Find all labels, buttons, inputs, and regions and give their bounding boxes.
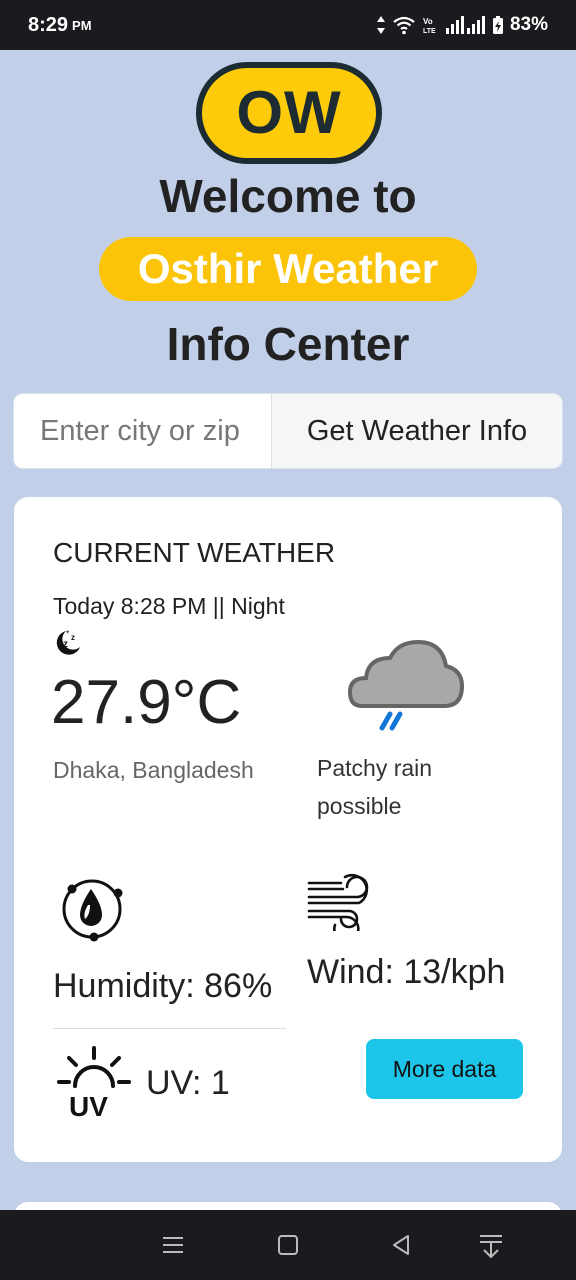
notification-pull-icon[interactable] — [478, 1233, 504, 1259]
battery-charging-icon — [492, 16, 503, 34]
wifi-icon — [393, 16, 415, 35]
night-sleep-icon: z z + — [56, 630, 80, 655]
info-center-heading: Info Center — [166, 318, 410, 370]
uv-icon: UV — [57, 1046, 131, 1120]
status-bar: 8:29 PM Vo LTE 83% — [0, 0, 576, 50]
volte-icon: Vo LTE — [423, 17, 436, 35]
data-transfer-icon — [376, 16, 385, 34]
humidity-icon — [62, 879, 123, 942]
card-title: CURRENT WEATHER — [53, 537, 336, 568]
get-weather-button[interactable]: Get Weather Info — [271, 394, 562, 468]
logo-text: OW — [236, 79, 342, 146]
status-time: 8:29 — [28, 13, 69, 36]
location: Dhaka, Bangladesh — [53, 757, 254, 783]
app-logo: OW — [196, 62, 382, 164]
current-weather-card: CURRENT WEATHER Today 8:28 PM || Night z… — [14, 497, 562, 1162]
city-search-input[interactable] — [14, 394, 271, 468]
brand-name-pill: Osthir Weather — [99, 237, 477, 301]
status-icons: Vo LTE 83% — [376, 14, 548, 36]
battery-percent: 83% — [509, 14, 548, 35]
weather-condition: Patchy rain possible — [317, 755, 433, 819]
search-form: Get Weather Info — [13, 393, 563, 469]
back-icon[interactable] — [389, 1233, 413, 1257]
humidity-value: Humidity: 86% — [53, 967, 273, 1005]
svg-text:z: z — [71, 633, 75, 642]
divider — [53, 1028, 286, 1029]
svg-text:Vo: Vo — [423, 17, 433, 26]
home-icon[interactable] — [276, 1233, 300, 1257]
wind-icon — [307, 873, 369, 931]
svg-text:z: z — [63, 639, 68, 650]
welcome-heading: Welcome to — [159, 170, 417, 222]
svg-text:LTE: LTE — [423, 28, 436, 35]
night-rain-cloud-icon — [347, 596, 465, 731]
wind-value: Wind: 13/kph — [307, 953, 506, 991]
signal-icon — [445, 16, 485, 34]
svg-text:UV: UV — [69, 1091, 108, 1120]
status-ampm: PM — [72, 17, 92, 33]
more-data-button[interactable]: More data — [366, 1039, 523, 1099]
system-nav-bar — [0, 1210, 576, 1280]
temperature: 27.9°C — [51, 668, 242, 737]
date-time: Today 8:28 PM || Night — [53, 593, 285, 619]
uv-value: UV: 1 — [146, 1064, 230, 1102]
menu-icon[interactable] — [161, 1233, 185, 1257]
svg-text:+: + — [66, 630, 70, 636]
